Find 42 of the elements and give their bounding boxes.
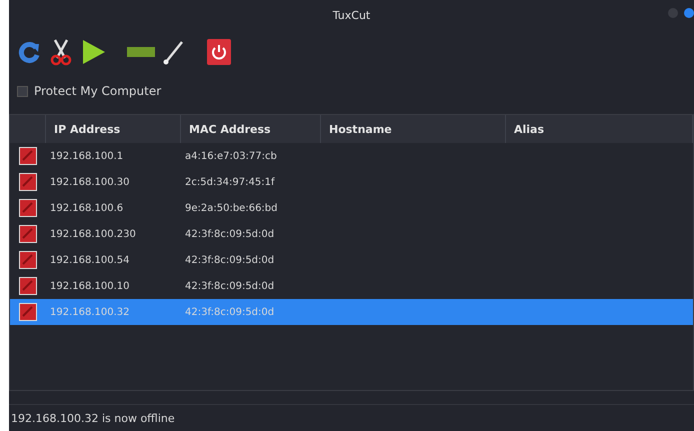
host-icon xyxy=(19,225,37,243)
host-row[interactable]: 192.168.100.54 42:3f:8c:09:5d:0d xyxy=(10,247,693,273)
close-icon[interactable] xyxy=(684,8,694,18)
host-icon xyxy=(19,277,37,295)
mac-cell-text: 42:3f:8c:09:5d:0d xyxy=(184,280,276,294)
wand-button[interactable] xyxy=(163,39,185,65)
ip-cell-text: 192.168.100.32 xyxy=(49,306,131,320)
host-icon xyxy=(19,147,37,165)
host-icon xyxy=(19,251,37,269)
column-header[interactable]: IP Address xyxy=(46,115,181,143)
status-text: 192.168.100.32 is now offline xyxy=(9,404,694,431)
mac-cell-text: 42:3f:8c:09:5d:0d xyxy=(184,228,276,242)
host-icon xyxy=(19,199,37,217)
ip-cell-text: 192.168.100.6 xyxy=(49,202,124,216)
ip-cell-text: 192.168.100.30 xyxy=(49,176,131,190)
column-header[interactable]: Hostname xyxy=(321,115,506,143)
checkbox-label: Protect My Computer xyxy=(34,84,162,98)
ip-cell-text: 192.168.100.54 xyxy=(49,254,131,268)
host-row[interactable]: 192.168.100.10 42:3f:8c:09:5d:0d xyxy=(10,273,693,299)
column-header[interactable]: Alias xyxy=(506,115,693,143)
power-button[interactable] xyxy=(207,39,231,65)
mac-cell-text: a4:16:e7:03:77:cb xyxy=(184,150,278,164)
scissors-button[interactable] xyxy=(49,38,73,66)
host-row[interactable]: 192.168.100.230 42:3f:8c:09:5d:0d xyxy=(10,221,693,247)
window-title: TuxCut xyxy=(332,8,370,22)
mac-cell-text: 42:3f:8c:09:5d:0d xyxy=(184,254,276,268)
checkbox[interactable] xyxy=(17,86,28,96)
host-icon xyxy=(19,173,37,191)
ip-cell-text: 192.168.100.1 xyxy=(49,150,124,164)
network-card-button[interactable] xyxy=(127,45,155,59)
ip-cell-text: 192.168.100.230 xyxy=(49,228,137,242)
host-icon xyxy=(19,303,37,321)
ip-cell-text: 192.168.100.10 xyxy=(49,280,131,294)
column-header[interactable]: MAC Address xyxy=(181,115,321,143)
mac-cell-text: 9e:2a:50:be:66:bd xyxy=(184,202,278,216)
play-button[interactable] xyxy=(81,38,107,66)
mac-cell-text: 42:3f:8c:09:5d:0d xyxy=(184,306,276,320)
host-row[interactable]: 192.168.100.6 9e:2a:50:be:66:bd xyxy=(10,195,693,221)
mac-cell-text: 2c:5d:34:97:45:1f xyxy=(184,176,276,190)
host-row[interactable]: 192.168.100.30 2c:5d:34:97:45:1f xyxy=(10,169,693,195)
host-row[interactable]: 192.168.100.1 a4:16:e7:03:77:cb xyxy=(10,143,693,169)
refresh-button[interactable] xyxy=(17,40,41,64)
